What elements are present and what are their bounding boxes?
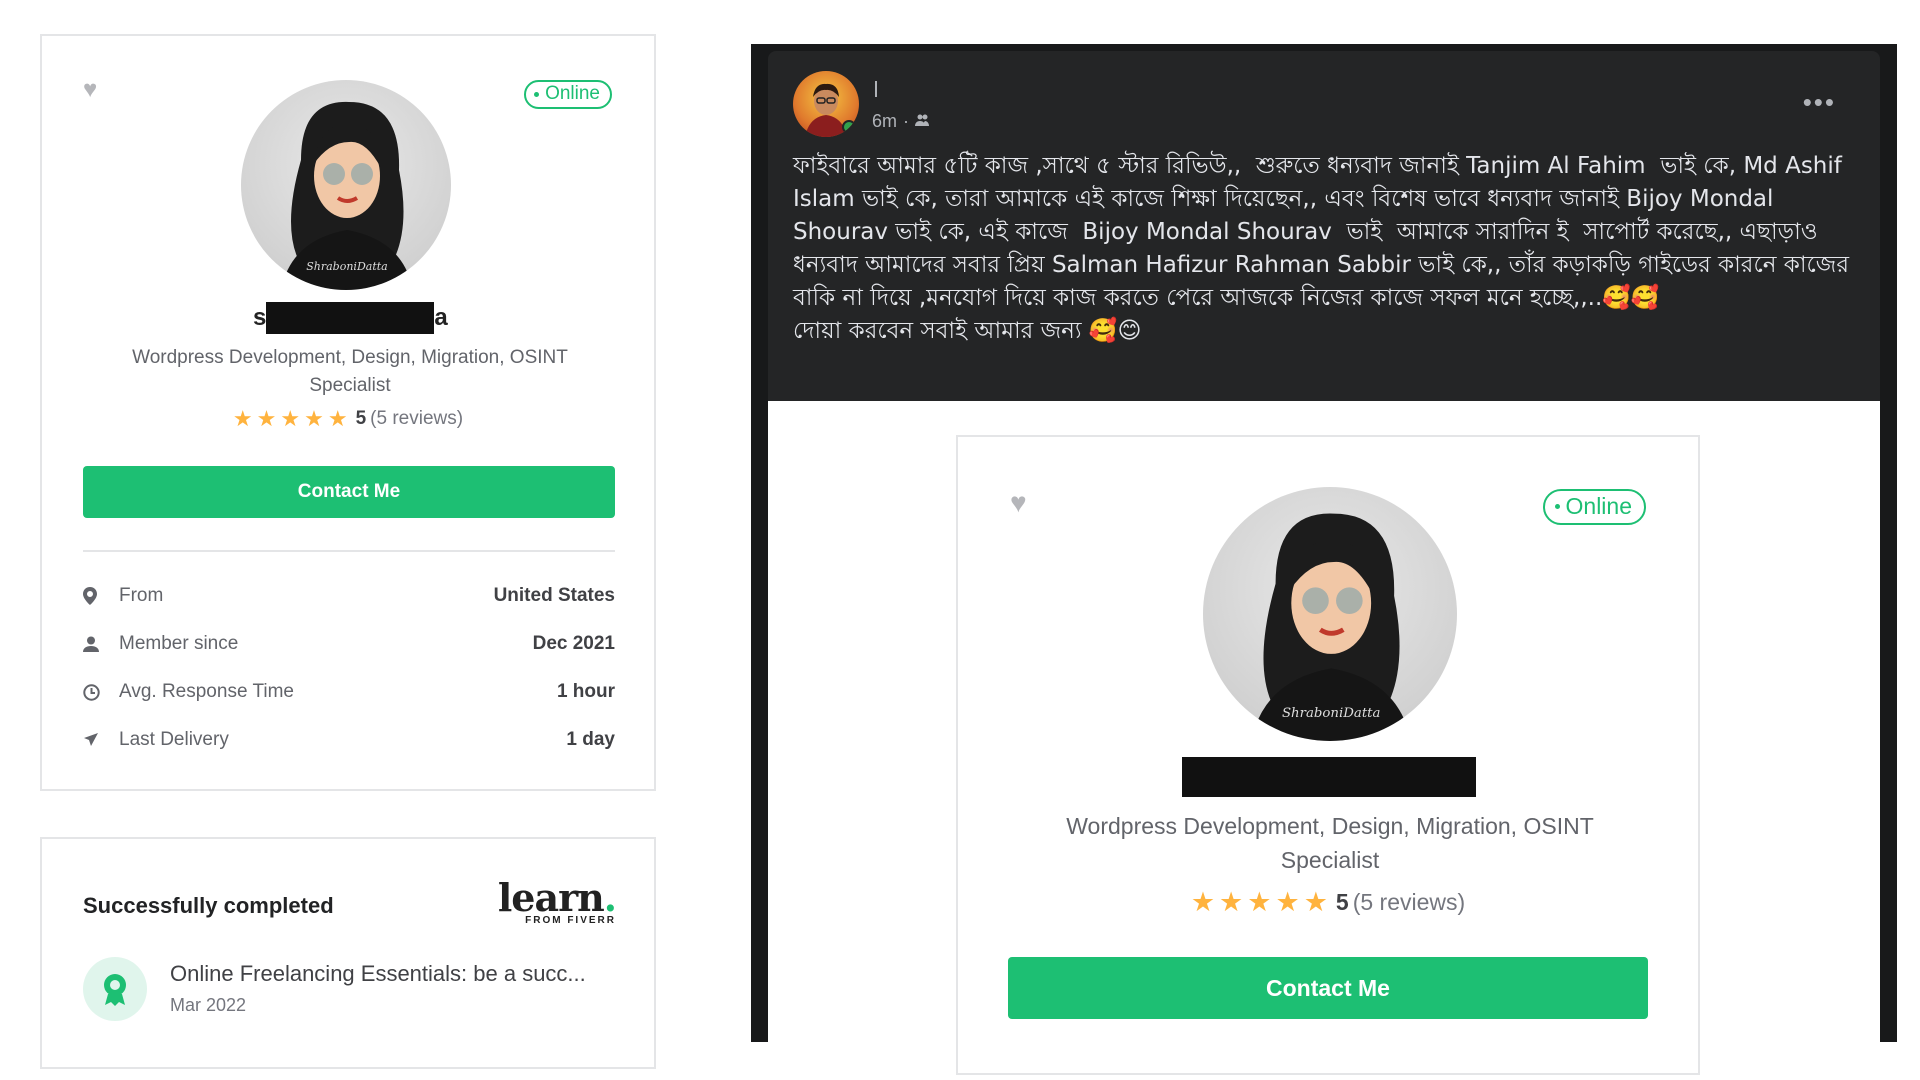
stat-value: Dec 2021	[532, 633, 615, 654]
avatar-illustration-icon: ShraboniDatta	[1251, 513, 1412, 741]
stat-label: Member since	[119, 633, 239, 654]
stat-row-from: From United States	[83, 572, 615, 620]
stat-value: United States	[493, 585, 615, 606]
seller-profile-card: ♥ Online ShraboniDatta s a Wordpress Dev…	[40, 34, 656, 791]
status-dot-icon	[1554, 504, 1560, 509]
avatar-illustration-icon: ShraboniDatta	[281, 101, 413, 290]
course-date: Mar 2022	[170, 995, 247, 1015]
stat-value: 1 hour	[556, 681, 615, 702]
stat-label: Last Delivery	[119, 729, 229, 750]
online-status-badge: Online	[524, 80, 612, 109]
seller-specialty: Wordpress Development, Design, Migration…	[1066, 813, 1594, 873]
online-status-badge: Online	[1542, 489, 1646, 525]
stat-row-response-time: Avg. Response Time 1 hour	[83, 668, 615, 716]
post-meta: 6m ·	[872, 111, 930, 132]
paper-plane-icon	[83, 732, 119, 748]
star-icon: ★	[1275, 887, 1300, 917]
logo-dot: .	[603, 875, 617, 920]
embedded-profile-card: ♥ Online ShraboniDatta Wordpress Develop…	[956, 435, 1700, 1075]
avatar: ShraboniDatta	[241, 80, 451, 290]
stat-row-member-since: Member since Dec 2021	[83, 620, 615, 668]
contact-me-button[interactable]: Contact Me	[83, 466, 615, 518]
divider	[83, 550, 615, 552]
rating-value: 5	[355, 408, 367, 429]
rating-value: 5	[1335, 889, 1349, 915]
learn-from-fiverr-logo[interactable]: learn. FROM FIVERR	[498, 879, 617, 927]
star-icon: ★	[1190, 887, 1216, 917]
rating-summary: ★ ★ ★ ★ ★ 5 (5 reviews)	[958, 889, 1698, 916]
post-timestamp[interactable]: 6m	[872, 111, 897, 132]
star-icon: ★	[327, 406, 348, 431]
star-icon: ★	[1247, 887, 1272, 917]
learn-certification-card: Successfully completed learn. FROM FIVER…	[40, 837, 656, 1069]
star-icon: ★	[280, 406, 301, 431]
heart-icon: ♥	[1010, 487, 1027, 518]
status-label: Online	[1565, 493, 1632, 519]
seller-specialty: Wordpress Development, Design, Migration…	[132, 347, 568, 396]
seller-name: s a	[253, 302, 448, 334]
location-pin-icon	[83, 587, 119, 605]
name-redaction	[1182, 757, 1476, 797]
review-count[interactable]: (5 reviews)	[370, 408, 463, 430]
star-icon: ★	[1219, 887, 1244, 917]
stat-value: 1 day	[566, 729, 615, 750]
certificate-badge-icon	[83, 957, 147, 1021]
status-label: Online	[545, 83, 600, 104]
active-status-dot	[842, 120, 856, 134]
stat-row-last-delivery: Last Delivery 1 day	[83, 716, 615, 764]
contact-me-button: Contact Me	[1008, 957, 1648, 1019]
star-icon: ★	[304, 406, 324, 431]
name-redaction	[266, 302, 435, 334]
heart-icon[interactable]: ♥	[83, 78, 97, 102]
status-dot-icon	[534, 91, 540, 97]
name-first: s	[253, 304, 267, 331]
course-title[interactable]: Online Freelancing Essentials: be a succ…	[170, 961, 630, 987]
meta-separator: ·	[903, 111, 910, 131]
more-options-icon[interactable]: •••	[1803, 89, 1836, 115]
logo-word: learn	[497, 875, 605, 920]
clock-icon	[83, 683, 119, 701]
post-attached-screenshot[interactable]: ♥ Online ShraboniDatta Wordpress Develop…	[768, 401, 1880, 1075]
svg-text:ShraboniDatta: ShraboniDatta	[1282, 706, 1381, 721]
star-icon: ★	[256, 406, 277, 431]
stat-label: Avg. Response Time	[119, 681, 294, 702]
friends-icon	[915, 111, 930, 132]
author-name-redaction	[875, 81, 877, 97]
post-body-text: ফাইবারে আমার ৫টি কাজ ,সাথে ৫ স্টার রিভিউ…	[793, 153, 1849, 344]
post-header-area: 6m · ••• ফাইবারে আমার ৫টি কাজ ,সাথে ৫ স্…	[768, 51, 1880, 401]
svg-text:ShraboniDatta: ShraboniDatta	[306, 260, 387, 273]
stat-label: From	[119, 585, 164, 606]
social-post: 6m · ••• ফাইবারে আমার ৫টি কাজ ,সাথে ৫ স্…	[751, 44, 1897, 1075]
avatar: ShraboniDatta	[1203, 487, 1457, 741]
review-count: (5 reviews)	[1352, 889, 1466, 915]
star-icon: ★	[232, 406, 253, 431]
name-last: a	[434, 304, 448, 331]
user-icon	[83, 636, 119, 652]
rating-summary: ★ ★ ★ ★ ★ 5 (5 reviews)	[42, 408, 654, 430]
post-author-avatar[interactable]	[793, 71, 859, 137]
star-icon: ★	[1303, 887, 1328, 917]
seller-stats: From United States Member since Dec 2021…	[83, 572, 615, 764]
learn-section-title: Successfully completed	[83, 893, 334, 918]
